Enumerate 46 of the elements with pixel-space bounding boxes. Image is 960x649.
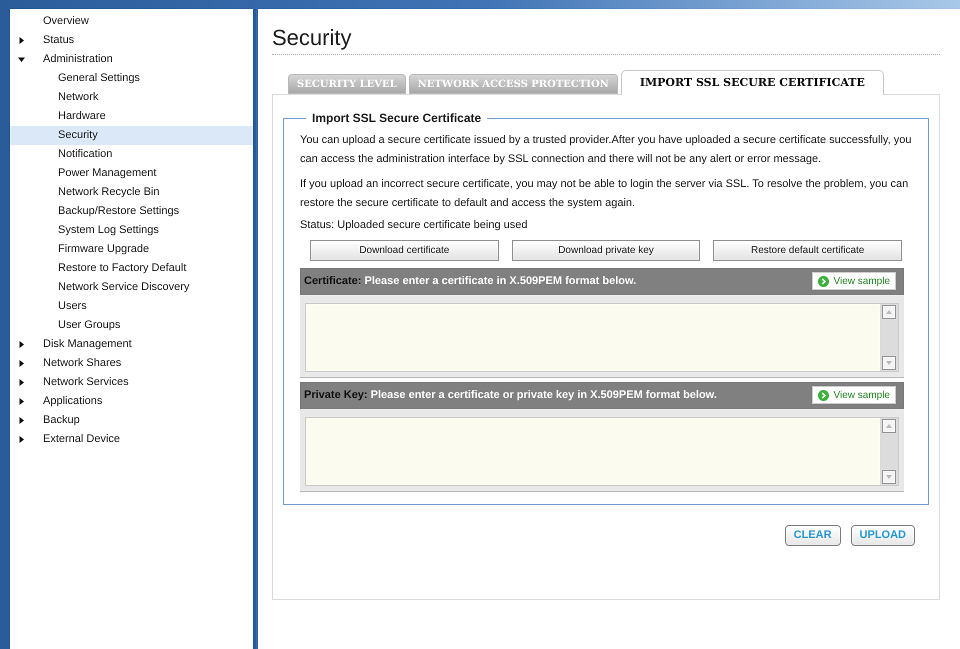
sidebar-subitem[interactable]: Network Recycle Bin [58,184,160,201]
section-legend: Import SSL Secure Certificate [306,109,488,127]
arrow-circle-icon [818,276,830,286]
caret-right-icon[interactable] [18,398,25,405]
sidebar-subitem[interactable]: User Groups [58,317,120,334]
caret-right-icon[interactable] [18,341,25,348]
sidebar-item[interactable]: Status [43,32,74,49]
sidebar-subitem[interactable]: System Log Settings [58,222,159,239]
sidebar-item[interactable]: Applications [43,393,102,410]
caret-right-icon[interactable] [18,379,25,386]
sidebar-item[interactable]: Disk Management [43,336,132,353]
caret-right-icon[interactable] [18,436,25,443]
sidebar-item[interactable]: Network Services [43,374,129,391]
caret-right-icon[interactable] [18,37,25,44]
sidebar-subitem[interactable]: Network Service Discovery [58,279,190,296]
action-button[interactable]: Download certificate [310,240,499,260]
input-hint: Certificate: Please enter a certificate in X.509PEM format below. [304,274,636,289]
sidebar-item[interactable]: Overview [43,13,89,30]
caret-down-icon[interactable] [18,56,25,63]
tab[interactable]: IMPORT SSL SECURE CERTIFICATE [620,70,884,95]
page-title: Security [272,24,352,52]
sidebar-subitem[interactable]: Network [58,89,98,106]
view-sample-button[interactable]: View sample [812,386,896,404]
sidebar-item[interactable]: Backup [43,412,80,429]
paragraph: You can upload a secure certificate issued by a trusted provider.After you have uploaded a secure certificate successfully, you can access the administration interface by SSL connection and there will not be any alert or error message. [300,133,912,167]
sidebar-subitem[interactable]: Restore to Factory Default [58,260,186,277]
sidebar-item[interactable]: Network Shares [43,355,122,372]
caret-right-icon[interactable] [18,360,25,367]
sidebar-subitem[interactable]: Security [58,127,98,144]
action-button[interactable]: Download private key [512,240,700,260]
paragraph: If you upload an incorrect secure certificate, you may not be able to login the server via SSL. To resolve the problem, you can restore the secure certificate to default and access the system again. [300,177,910,211]
input-hint: Private Key: Please enter a certificate or private key in X.509PEM format below. [304,388,717,403]
status-text: Status: Uploaded secure certificate being used [300,218,528,233]
sidebar-subitem[interactable]: General Settings [58,70,140,87]
sidebar-subitem[interactable]: Users [58,298,87,315]
sidebar-subitem[interactable]: Power Management [58,165,156,182]
arrow-circle-icon [818,390,830,400]
sidebar-subitem[interactable]: Backup/Restore Settings [58,203,180,220]
sidebar-item[interactable]: Administration [43,51,113,68]
view-sample-button[interactable]: View sample [812,272,896,290]
action-button[interactable]: Restore default certificate [713,240,902,260]
sidebar-item[interactable]: External Device [43,431,120,448]
sidebar-subitem[interactable]: Notification [58,146,112,163]
caret-right-icon[interactable] [18,417,25,424]
sidebar-subitem[interactable]: Firmware Upgrade [58,241,150,258]
sidebar-subitem[interactable]: Hardware [58,108,106,125]
